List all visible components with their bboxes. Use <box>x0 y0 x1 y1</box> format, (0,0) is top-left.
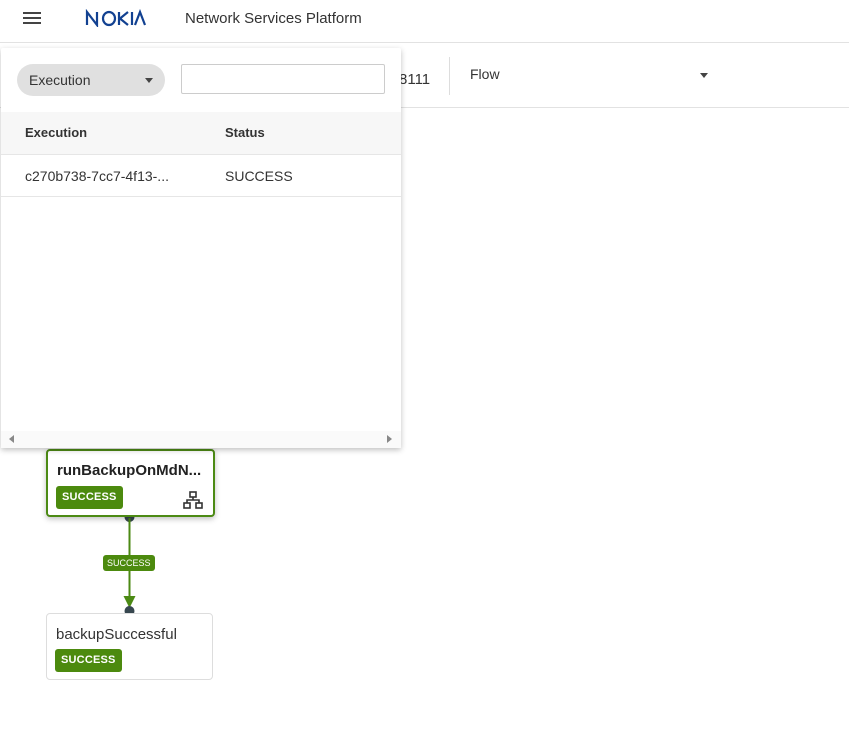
table-row[interactable]: c270b738-7cc7-4f13-... SUCCESS <box>1 155 401 197</box>
flow-node-runbackup[interactable]: runBackupOnMdN... SUCCESS <box>46 449 215 517</box>
scroll-right-icon[interactable] <box>387 435 392 443</box>
subworkflow-icon[interactable] <box>183 491 203 509</box>
view-select-value: Flow <box>470 66 500 82</box>
view-select[interactable]: Flow <box>462 57 718 93</box>
nokia-logo <box>85 9 147 27</box>
filter-type-value: Execution <box>29 72 91 88</box>
node-title: runBackupOnMdN... <box>57 462 202 479</box>
hamburger-menu-icon[interactable] <box>23 12 41 26</box>
nokia-logo-mark <box>85 9 147 27</box>
status-badge: SUCCESS <box>55 649 122 672</box>
status-cell: SUCCESS <box>225 168 293 184</box>
execution-id-text: 8111 <box>399 71 431 88</box>
executions-panel: Execution Execution Status c270b738-7cc7… <box>1 48 401 448</box>
grid-header: Execution Status <box>1 112 401 155</box>
node-title: backupSuccessful <box>56 626 177 643</box>
filter-input[interactable] <box>181 64 385 94</box>
flow-node-backupsuccessful[interactable]: backupSuccessful SUCCESS <box>46 613 213 680</box>
edge-label: SUCCESS <box>103 555 155 571</box>
caret-down-icon <box>145 78 153 83</box>
caret-down-icon <box>700 73 708 78</box>
app-title: Network Services Platform <box>185 10 362 27</box>
execution-id-cell: c270b738-7cc7-4f13-... <box>25 168 169 184</box>
scroll-left-icon[interactable] <box>9 435 14 443</box>
column-header-status[interactable]: Status <box>225 125 265 140</box>
column-header-execution[interactable]: Execution <box>25 125 87 140</box>
horizontal-scrollbar[interactable] <box>1 431 401 448</box>
status-badge: SUCCESS <box>56 486 123 509</box>
top-bar: Network Services Platform <box>0 0 849 43</box>
toolbar-divider <box>449 57 450 95</box>
filter-type-select[interactable]: Execution <box>17 64 165 96</box>
